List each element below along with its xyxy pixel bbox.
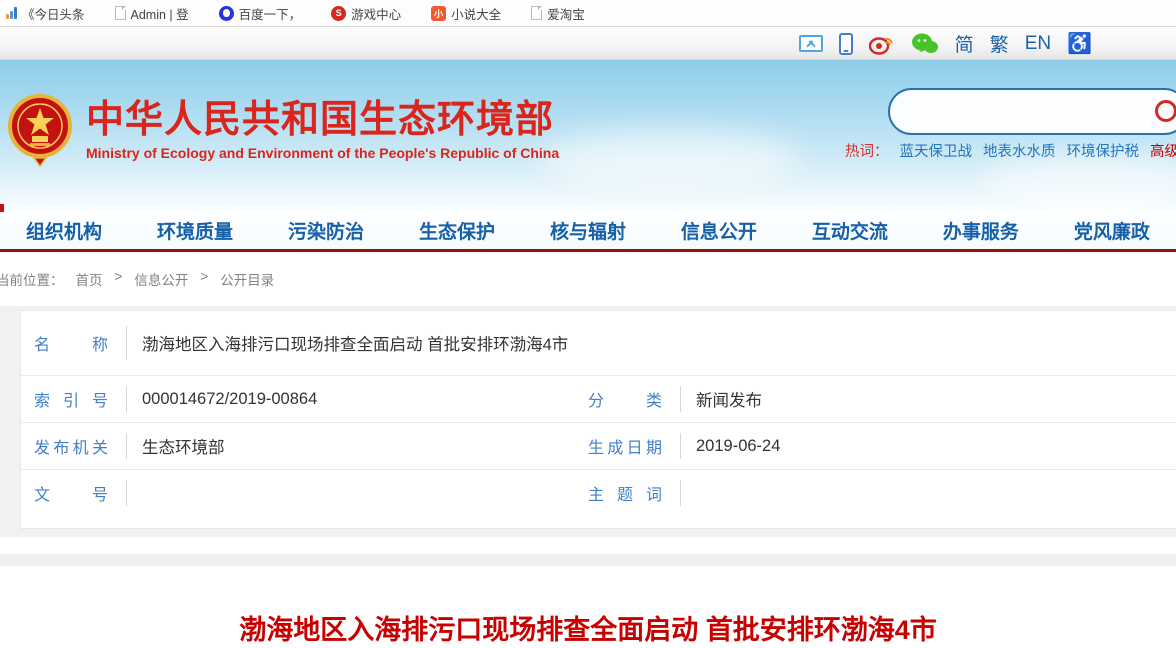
divider bbox=[126, 433, 127, 459]
publisher-value: 生态环境部 bbox=[142, 434, 582, 458]
divider bbox=[680, 480, 681, 506]
category-label: 分类 bbox=[588, 387, 662, 411]
cloud-decoration bbox=[980, 155, 1176, 210]
breadcrumb-label: 当前位置： bbox=[0, 269, 64, 289]
breadcrumb-home[interactable]: 首页 bbox=[76, 269, 103, 289]
breadcrumb-separator: > bbox=[200, 269, 208, 289]
page-icon bbox=[115, 6, 126, 20]
article-section: 渤海地区入海排污口现场排查全面启动 首批安排环渤海4市 bbox=[0, 566, 1176, 648]
hot-word-link[interactable]: 蓝天保卫战 bbox=[900, 140, 973, 161]
site-title: 中华人民共和国生态环境部 bbox=[86, 99, 559, 143]
novel-icon: 小 bbox=[431, 6, 446, 21]
hot-word-link[interactable]: 环境保护税 bbox=[1067, 140, 1140, 161]
bar-chart-icon bbox=[6, 7, 17, 19]
document-meta-card: 名称 渤海地区入海排污口现场排查全面启动 首批安排环渤海4市 索引号 00001… bbox=[20, 310, 1176, 529]
national-emblem-logo bbox=[8, 90, 72, 170]
nav-item-organization[interactable]: 组织机构 bbox=[26, 217, 102, 244]
hot-words-row: 热词： 蓝天保卫战 地表水水质 环境保护税 高级检索 bbox=[845, 140, 1176, 161]
site-brand[interactable]: 中华人民共和国生态环境部 Ministry of Ecology and Env… bbox=[8, 90, 559, 170]
lang-english[interactable]: EN bbox=[1025, 33, 1051, 55]
search-box[interactable] bbox=[888, 88, 1176, 135]
nav-item-party-conduct[interactable]: 党风廉政 bbox=[1074, 217, 1150, 244]
bookmark-game-center[interactable]: S 游戏中心 bbox=[331, 4, 401, 23]
divider bbox=[680, 386, 681, 412]
lang-traditional[interactable]: 繁 bbox=[990, 30, 1009, 57]
doc-number-label: 文号 bbox=[34, 481, 108, 505]
site-header: 中华人民共和国生态环境部 Ministry of Ecology and Env… bbox=[0, 60, 1176, 212]
site-title-block: 中华人民共和国生态环境部 Ministry of Ecology and Env… bbox=[86, 99, 559, 162]
utility-icons: 简 繁 EN ♿ bbox=[799, 27, 1092, 60]
breadcrumb-band: 当前位置： 首页 > 信息公开 > 公开目录 bbox=[0, 255, 1176, 306]
game-center-icon: S bbox=[331, 6, 346, 21]
divider bbox=[680, 433, 681, 459]
advanced-search-link[interactable]: 高级检索 bbox=[1150, 140, 1176, 161]
search-icon[interactable] bbox=[1155, 100, 1176, 122]
keywords-label: 主题词 bbox=[588, 481, 662, 505]
index-label: 索引号 bbox=[34, 387, 108, 411]
site-subtitle: Ministry of Ecology and Environment of t… bbox=[86, 145, 559, 161]
document-meta-zone: 名称 渤海地区入海排污口现场排查全面启动 首批安排环渤海4市 索引号 00001… bbox=[0, 306, 1176, 537]
category-value: 新闻发布 bbox=[696, 387, 762, 411]
bookmark-label: 小说大全 bbox=[451, 4, 501, 23]
article-title: 渤海地区入海排污口现场排查全面启动 首批安排环渤海4市 bbox=[0, 608, 1176, 647]
mail-icon[interactable] bbox=[799, 35, 823, 52]
table-row-name: 名称 渤海地区入海排污口现场排查全面启动 首批安排环渤海4市 bbox=[21, 311, 1176, 375]
divider bbox=[126, 386, 127, 412]
weibo-icon[interactable] bbox=[869, 33, 895, 55]
date-label: 生成日期 bbox=[588, 434, 662, 458]
separator-strip bbox=[0, 537, 1176, 554]
bookmark-label: 游戏中心 bbox=[351, 4, 401, 23]
accessibility-icon[interactable]: ♿ bbox=[1067, 34, 1092, 54]
bookmark-label: Admin | 登 bbox=[131, 4, 189, 23]
date-value: 2019-06-24 bbox=[696, 437, 780, 456]
bookmark-label: 爱淘宝 bbox=[547, 4, 585, 23]
nav-item-eco-protection[interactable]: 生态保护 bbox=[419, 217, 495, 244]
bookmark-baidu[interactable]: 百度一下， bbox=[219, 4, 302, 23]
nav-item-pollution-control[interactable]: 污染防治 bbox=[288, 217, 364, 244]
bookmark-label: 《今日头条 bbox=[22, 4, 85, 23]
name-label: 名称 bbox=[34, 331, 108, 355]
bookmark-label: 百度一下， bbox=[239, 4, 302, 23]
table-row-docnum-keywords: 文号 主题词 bbox=[21, 469, 1176, 516]
browser-bookmarks-bar: 《今日头条 Admin | 登 百度一下， S 游戏中心 小 小说大全 爱淘宝 bbox=[0, 0, 1176, 27]
nav-item-info-disclosure[interactable]: 信息公开 bbox=[681, 217, 757, 244]
table-row-publisher-date: 发布机关 生态环境部 生成日期 2019-06-24 bbox=[21, 422, 1176, 469]
table-row-index-category: 索引号 000014672/2019-00864 分类 新闻发布 bbox=[21, 375, 1176, 422]
hot-words-label: 热词： bbox=[845, 140, 889, 161]
breadcrumb-catalog[interactable]: 公开目录 bbox=[220, 269, 274, 289]
publisher-label: 发布机关 bbox=[34, 434, 108, 458]
bookmark-taobao[interactable]: 爱淘宝 bbox=[531, 4, 585, 23]
baidu-icon bbox=[219, 6, 234, 21]
mobile-icon[interactable] bbox=[839, 33, 853, 55]
page: { "bookmarks_bar": { "items": [ { "label… bbox=[0, 0, 1176, 648]
name-value: 渤海地区入海排污口现场排查全面启动 首批安排环渤海4市 bbox=[142, 331, 568, 355]
nav-item-nuclear-radiation[interactable]: 核与辐射 bbox=[550, 217, 626, 244]
lang-simplified[interactable]: 简 bbox=[955, 30, 974, 57]
divider bbox=[126, 326, 127, 360]
nav-item-env-quality[interactable]: 环境质量 bbox=[157, 217, 233, 244]
breadcrumb: 当前位置： 首页 > 信息公开 > 公开目录 bbox=[0, 269, 274, 289]
bookmark-toutiao[interactable]: 《今日头条 bbox=[6, 4, 85, 23]
cloud-decoration bbox=[540, 130, 800, 190]
separator-strip bbox=[0, 554, 1176, 566]
index-value: 000014672/2019-00864 bbox=[142, 390, 582, 409]
divider bbox=[126, 480, 127, 506]
breadcrumb-separator: > bbox=[115, 269, 123, 289]
bookmark-admin[interactable]: Admin | 登 bbox=[115, 4, 189, 23]
utility-bar: 简 繁 EN ♿ bbox=[0, 27, 1176, 60]
wechat-icon[interactable] bbox=[911, 32, 939, 56]
bookmark-novels[interactable]: 小 小说大全 bbox=[431, 4, 501, 23]
page-icon bbox=[531, 6, 542, 20]
breadcrumb-info-disclosure[interactable]: 信息公开 bbox=[134, 269, 188, 289]
main-nav: 组织机构 环境质量 污染防治 生态保护 核与辐射 信息公开 互动交流 办事服务 … bbox=[0, 212, 1176, 252]
nav-item-services[interactable]: 办事服务 bbox=[943, 217, 1019, 244]
hot-word-link[interactable]: 地表水水质 bbox=[983, 140, 1056, 161]
nav-item-interaction[interactable]: 互动交流 bbox=[812, 217, 888, 244]
